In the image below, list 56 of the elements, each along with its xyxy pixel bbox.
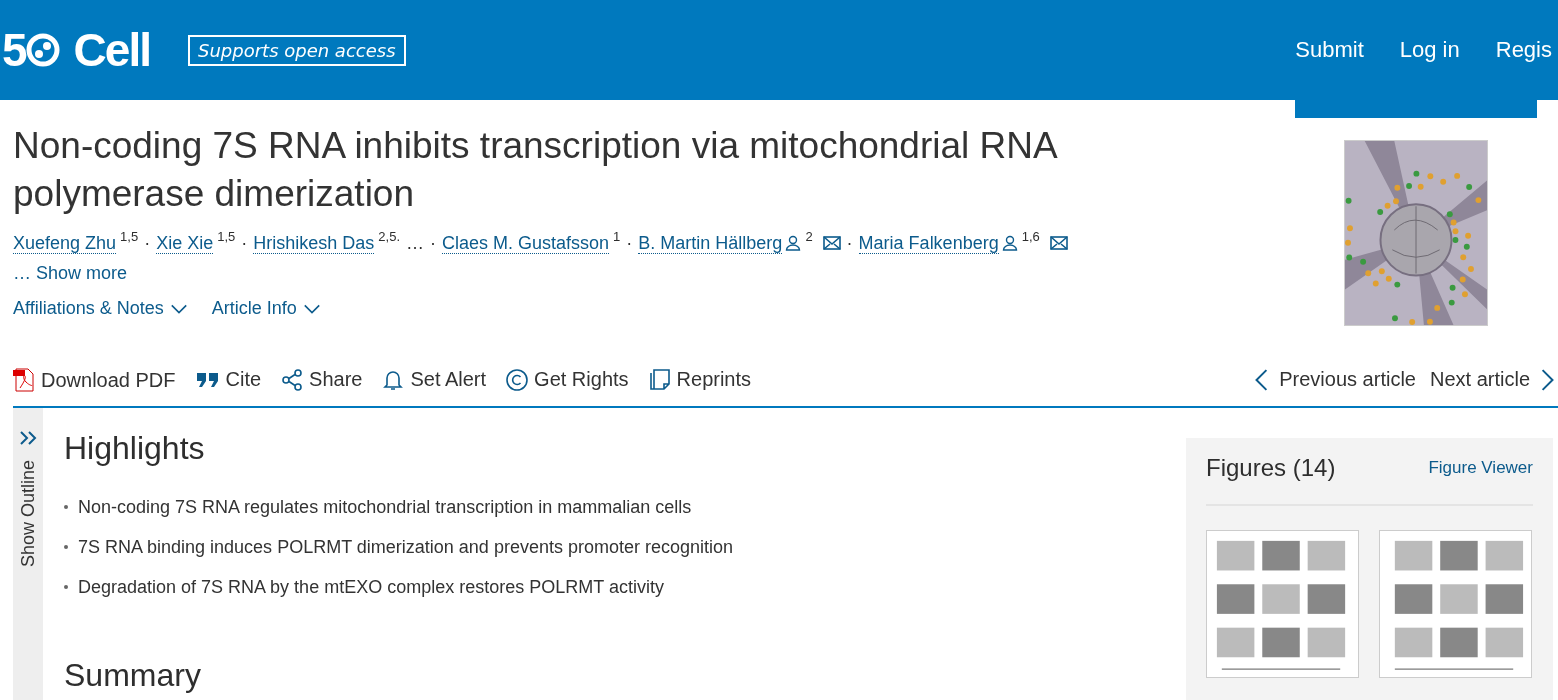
separator: · xyxy=(430,232,436,255)
double-chevron-icon xyxy=(18,430,38,446)
panel-title: Figures (14) xyxy=(1206,454,1336,482)
dropdown-toggle[interactable]: Affiliations & Notes xyxy=(13,298,188,319)
ellipsis: … xyxy=(406,232,424,255)
toolbar-action[interactable]: Download PDF xyxy=(13,368,176,392)
previous-article-link[interactable]: Previous article xyxy=(1251,368,1416,391)
author-link[interactable]: Xie Xie xyxy=(156,232,214,254)
toolbar-action[interactable]: Reprints xyxy=(648,368,752,391)
separator: · xyxy=(241,232,248,255)
highlight-text: 7S RNA binding induces POLRMT dimerization and prevents promoter recognition xyxy=(78,536,733,559)
author-link[interactable]: Xuefeng Zhu xyxy=(13,232,117,254)
toolbar-action[interactable]: Set Alert xyxy=(382,368,487,391)
reprint-icon xyxy=(648,368,671,391)
figure-viewer-link[interactable]: Figure Viewer xyxy=(1428,458,1533,478)
separator: · xyxy=(626,232,633,255)
affiliation-number: 1,5 xyxy=(120,230,139,244)
bullet-icon xyxy=(64,585,68,589)
affiliation-number: 1 xyxy=(613,230,621,244)
next-article-link[interactable]: Next article xyxy=(1429,368,1558,391)
nav-link[interactable]: Regis xyxy=(1495,37,1552,63)
toolbar-action[interactable]: Share xyxy=(281,368,363,391)
nav-link[interactable]: Log in xyxy=(1399,37,1460,63)
ring-icon xyxy=(25,33,60,67)
affiliation-number: 2,5. xyxy=(378,230,400,244)
bell-icon xyxy=(382,368,405,391)
separator: · xyxy=(846,232,853,255)
section-heading: Highlights xyxy=(64,430,206,467)
separator: · xyxy=(144,232,151,255)
share-icon xyxy=(281,368,304,391)
author-link[interactable]: Claes M. Gustafsson xyxy=(442,232,610,254)
affiliation-number: 2 xyxy=(805,230,813,244)
author-link[interactable]: Maria Falkenberg xyxy=(858,232,999,254)
toolbar-action[interactable]: Cite xyxy=(195,368,262,391)
section-heading: Summary xyxy=(64,657,202,694)
mail-icon[interactable] xyxy=(1049,236,1068,250)
logo[interactable]: 5 Cell xyxy=(2,27,150,73)
highlight-text: Degradation of 7S RNA by the mtEXO complex restores POLRMT activity xyxy=(78,576,664,599)
outline-label: Show Outline xyxy=(17,460,39,568)
article-title: Non-coding 7S RNA inhibits transcription via mitochondrial RNA polymerase dimerization xyxy=(13,124,1058,216)
mail-icon[interactable] xyxy=(822,236,841,250)
affiliation-number: 1,5 xyxy=(217,230,236,244)
author-link[interactable]: Hrishikesh Das xyxy=(253,232,375,254)
open-access-badge: Supports open access xyxy=(187,34,406,66)
outline-sidebar[interactable]: Show Outline xyxy=(13,408,43,700)
dropdown-toggle[interactable]: Article Info xyxy=(211,298,321,319)
show-more-link[interactable]: … Show more xyxy=(13,258,1283,288)
nav-link[interactable]: Submit xyxy=(1295,37,1364,63)
author-link[interactable]: B. Martin Hällberg xyxy=(638,232,783,254)
pdf-file-icon xyxy=(13,368,35,392)
affiliation-number: 1,6 xyxy=(1021,230,1040,244)
bullet-icon xyxy=(64,545,68,549)
bullet-icon xyxy=(64,505,68,509)
highlight-text: Non-coding 7S RNA regulates mitochondrial transcription in mammalian cells xyxy=(78,496,692,519)
copyright-icon xyxy=(506,368,529,391)
toolbar-action[interactable]: Get Rights xyxy=(506,368,629,391)
